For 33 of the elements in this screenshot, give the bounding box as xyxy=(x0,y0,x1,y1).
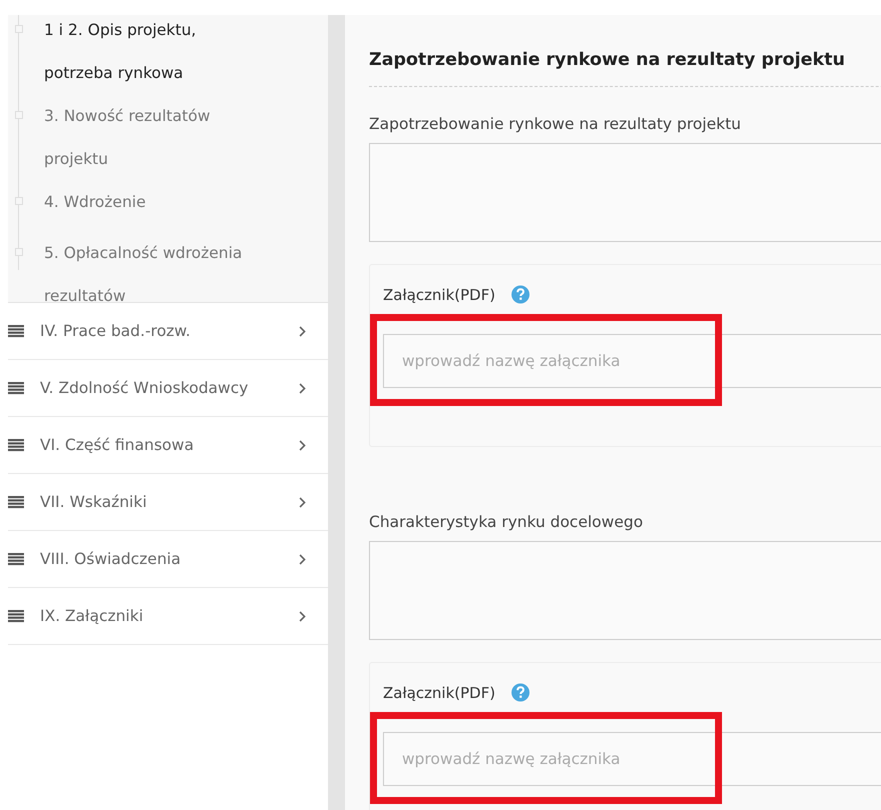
section-label: V. Zdolność Wnioskodawcy xyxy=(40,379,250,397)
chevron-right-icon xyxy=(299,440,306,450)
section-heading: Zapotrzebowanie rynkowe na rezultaty projektu xyxy=(369,50,881,87)
help-icon[interactable] xyxy=(511,683,530,702)
attachment-name-field[interactable]: wprowadź nazwę załącznika xyxy=(383,334,881,388)
list-icon xyxy=(8,496,24,508)
chevron-right-icon xyxy=(299,610,306,622)
chevron-right-icon xyxy=(299,554,306,564)
sidebar-subitem[interactable]: 3. Nowość rezultatów projektu xyxy=(8,95,259,181)
chevron-right-icon xyxy=(299,326,306,336)
sidebar-subitem[interactable]: 5. Opłacalność wdrożenia rezultatów xyxy=(8,232,259,302)
field-label: Charakterystyka rynku docelowego xyxy=(369,513,644,531)
sidebar-subitem[interactable]: 1 i 2. Opis projektu, potrzeba rynkowa xyxy=(8,15,259,95)
text-area[interactable] xyxy=(369,541,881,640)
field-label: Zapotrzebowanie rynkowe na rezultaty projektu xyxy=(369,115,742,133)
attachment-name-field[interactable]: wprowadź nazwę załącznika xyxy=(383,732,881,786)
text-area[interactable] xyxy=(369,143,881,242)
sidebar-subitem[interactable]: 4. Wdrożenie xyxy=(8,181,259,224)
section-label: IX. Załączniki xyxy=(40,607,144,625)
attachment-label: Załącznik(PDF) xyxy=(383,286,496,304)
section-label: IV. Prace bad.-rozw. xyxy=(40,322,192,340)
list-icon xyxy=(8,324,24,338)
list-icon xyxy=(8,552,24,566)
list-icon xyxy=(8,610,24,622)
list-icon xyxy=(8,438,24,452)
attachment-label: Załącznik(PDF) xyxy=(383,684,496,702)
list-icon xyxy=(8,382,24,394)
section-label: VI. Część finansowa xyxy=(40,436,195,454)
section-label: VII. Wskaźniki xyxy=(40,493,148,511)
chevron-right-icon xyxy=(299,496,306,508)
help-icon[interactable] xyxy=(511,285,530,304)
chevron-right-icon xyxy=(299,382,306,394)
section-label: VIII. Oświadczenia xyxy=(40,550,182,568)
